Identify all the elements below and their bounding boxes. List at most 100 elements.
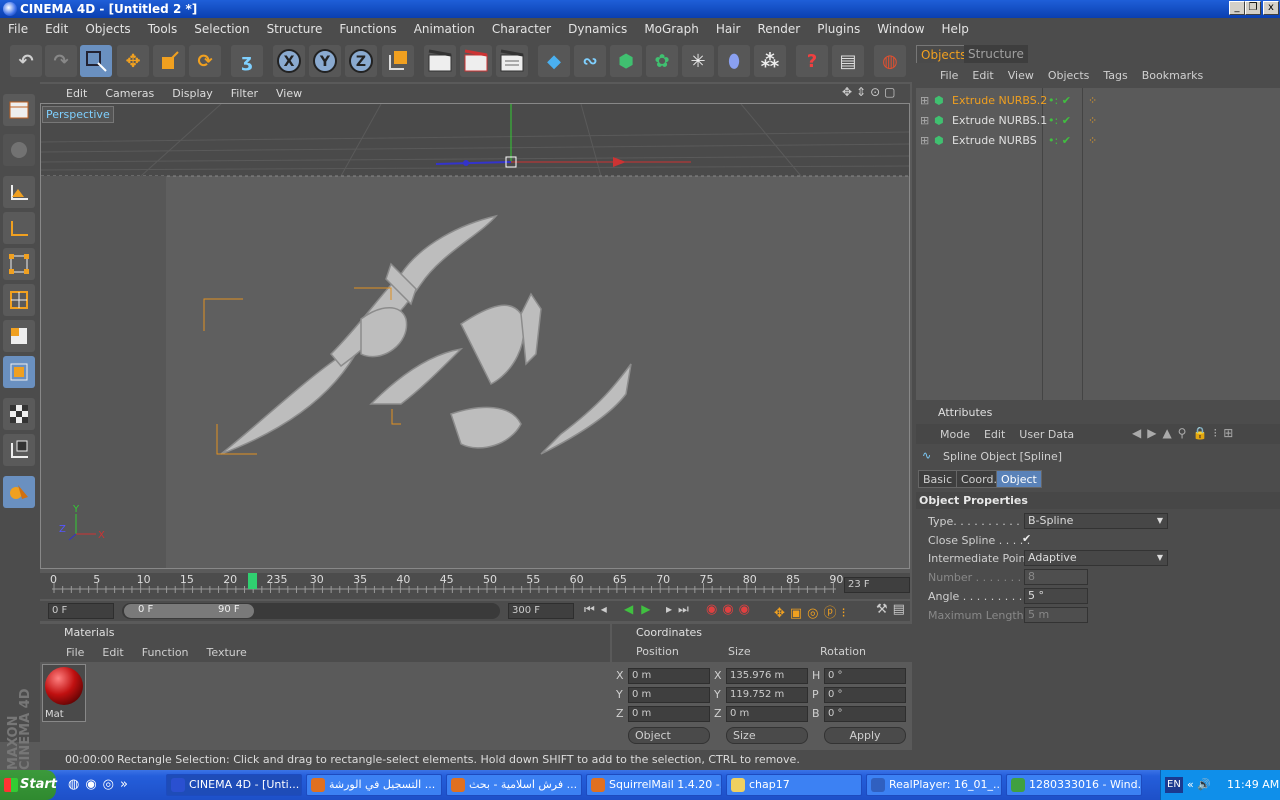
start-frame-field[interactable]: 0 F — [48, 603, 114, 619]
menu-mograph[interactable]: MoGraph — [644, 22, 699, 36]
model-mode-icon[interactable] — [3, 134, 35, 166]
tray-icons[interactable]: « 🔊 — [1187, 770, 1211, 800]
render-picture-viewer-icon[interactable] — [460, 45, 492, 77]
size-y-field[interactable]: 119.752 m — [726, 687, 808, 703]
axis-mode-icon[interactable] — [3, 212, 35, 244]
om-menu-bookmarks[interactable]: Bookmarks — [1142, 69, 1203, 82]
keyframe-icon[interactable]: ✥▣◎ⓟ⁝ — [774, 602, 851, 621]
object-row[interactable]: ⊞ ⬢ Extrude NURBS.2 •: ✔ ⁘ — [916, 90, 1280, 110]
viewport-menu-filter[interactable]: Filter — [231, 87, 258, 100]
array-icon[interactable]: ✿ — [646, 45, 678, 77]
viewport-menu-cameras[interactable]: Cameras — [105, 87, 154, 100]
om-menu-tags[interactable]: Tags — [1103, 69, 1127, 82]
visibility-check-icon[interactable]: •: ✔ — [1048, 114, 1071, 127]
current-frame-field[interactable]: 23 F — [844, 577, 910, 593]
om-menu-objects[interactable]: Objects — [1048, 69, 1090, 82]
task-firefox-2[interactable]: فرش اسلامية - بحث ... — [446, 774, 582, 796]
scale-icon[interactable] — [153, 45, 185, 77]
perspective-viewport[interactable]: Y X Z — [40, 103, 910, 569]
materials-menu-edit[interactable]: Edit — [102, 646, 123, 659]
task-cinema4d[interactable]: CINEMA 4D - [Unti... — [166, 774, 302, 796]
rotate-icon[interactable]: ⟳ — [189, 45, 221, 77]
help-icon[interactable]: ? — [796, 45, 828, 77]
menu-plugins[interactable]: Plugins — [817, 22, 860, 36]
z-axis-lock-icon[interactable]: Z — [345, 45, 377, 77]
edges-mode-icon[interactable] — [3, 284, 35, 316]
timeline[interactable]: 0 5 10 15 20 235 30 35 40 45 50 55 60 65 70 75 80 85 90 23… — [40, 573, 910, 599]
menu-character[interactable]: Character — [492, 22, 551, 36]
render-view-icon[interactable] — [424, 45, 456, 77]
materials-menu-function[interactable]: Function — [142, 646, 189, 659]
viewport-menu-edit[interactable]: Edit — [66, 87, 87, 100]
coordinate-mode-select[interactable]: Object — [628, 727, 710, 744]
perspective-label[interactable]: Perspective — [42, 106, 114, 123]
nurbs-icon[interactable]: ⬢ — [610, 45, 642, 77]
menu-animation[interactable]: Animation — [414, 22, 475, 36]
material-swatch[interactable]: Mat — [42, 664, 86, 722]
om-menu-edit[interactable]: Edit — [972, 69, 993, 82]
end-frame-field[interactable]: 300 F — [508, 603, 574, 619]
scene-object-icon[interactable]: ⬮ — [718, 45, 750, 77]
pos-z-field[interactable]: 0 m — [628, 706, 710, 722]
menu-objects[interactable]: Objects — [85, 22, 130, 36]
attributes-nav-icons[interactable]: ◀▶▲⚲🔒⁝⊞ — [1132, 426, 1239, 440]
menu-functions[interactable]: Functions — [339, 22, 396, 36]
am-menu-edit[interactable]: Edit — [984, 428, 1005, 441]
size-mode-select[interactable]: Size — [726, 727, 808, 744]
intermediate-points-select[interactable]: Adaptive ▼ — [1024, 550, 1168, 566]
rot-h-field[interactable]: 0 ° — [824, 668, 906, 684]
materials-menu-file[interactable]: File — [66, 646, 84, 659]
rot-p-field[interactable]: 0 ° — [824, 687, 906, 703]
move-icon[interactable]: ✥ — [117, 45, 149, 77]
redo-icon[interactable]: ↷ — [45, 45, 77, 77]
task-squirrelmail[interactable]: SquirrelMail 1.4.20 -... — [586, 774, 722, 796]
rectangle-selection-icon[interactable] — [80, 45, 112, 77]
spline-pen-icon[interactable]: ∾ — [574, 45, 606, 77]
pos-x-field[interactable]: 0 m — [628, 668, 710, 684]
texture-mode-icon[interactable] — [3, 398, 35, 430]
om-menu-view[interactable]: View — [1008, 69, 1034, 82]
tag-icon[interactable]: ▤ — [832, 45, 864, 77]
visibility-check-icon[interactable]: •: ✔ — [1048, 94, 1071, 107]
quick-launch-icons[interactable]: ◍◉◎» — [68, 777, 134, 792]
menu-selection[interactable]: Selection — [194, 22, 249, 36]
tweak-mode-icon[interactable] — [3, 476, 35, 508]
y-axis-lock-icon[interactable]: Y — [309, 45, 341, 77]
record-icon[interactable]: ◉◉◉ — [706, 602, 755, 617]
x-axis-lock-icon[interactable]: X — [273, 45, 305, 77]
object-row[interactable]: ⊞ ⬢ Extrude NURBS •: ✔ ⁘ — [916, 130, 1280, 150]
frame-range-slider[interactable]: 0 F 90 F — [122, 603, 500, 619]
polygons-mode-icon[interactable] — [3, 320, 35, 352]
attr-tab-basic[interactable]: Basic — [918, 470, 958, 488]
timeline-playhead[interactable] — [248, 573, 257, 589]
viewport-menu-display[interactable]: Display — [172, 87, 213, 100]
points-mode-icon[interactable] — [3, 248, 35, 280]
close-spline-checkbox[interactable]: ✔ — [1022, 532, 1036, 546]
viewport-navigation-icons[interactable]: ✥⇕⊙▢ — [842, 85, 900, 99]
object-row[interactable]: ⊞ ⬢ Extrude NURBS.1 •: ✔ ⁘ — [916, 110, 1280, 130]
goto-start-icon[interactable]: ⏮◂ — [584, 602, 613, 617]
undo-icon[interactable]: ↶ — [10, 45, 42, 77]
maximize-button[interactable]: ❐ — [1245, 1, 1261, 15]
type-select[interactable]: B-Spline ▼ — [1024, 513, 1168, 529]
layout-icon[interactable] — [3, 94, 35, 126]
am-menu-mode[interactable]: Mode — [940, 428, 970, 441]
viewport-menu-view[interactable]: View — [276, 87, 302, 100]
object-axis-icon[interactable] — [3, 176, 35, 208]
web-icon[interactable]: ◍ — [874, 45, 906, 77]
menu-hair[interactable]: Hair — [716, 22, 741, 36]
task-firefox-1[interactable]: التسجيل في الورشة ... — [306, 774, 442, 796]
menu-render[interactable]: Render — [757, 22, 800, 36]
attr-tab-object[interactable]: Object — [996, 470, 1042, 488]
materials-menu-texture[interactable]: Texture — [207, 646, 247, 659]
close-button[interactable]: x — [1263, 1, 1279, 15]
task-chap17[interactable]: chap17 — [726, 774, 862, 796]
play-icon[interactable]: ◀▶ — [624, 602, 658, 616]
size-x-field[interactable]: 135.976 m — [726, 668, 808, 684]
menu-edit[interactable]: Edit — [45, 22, 68, 36]
task-realplayer[interactable]: RealPlayer: 16_01_... — [866, 774, 1002, 796]
apply-button[interactable]: Apply — [824, 727, 906, 744]
menu-help[interactable]: Help — [942, 22, 969, 36]
minimize-button[interactable]: _ — [1229, 1, 1245, 15]
menu-tools[interactable]: Tools — [148, 22, 178, 36]
